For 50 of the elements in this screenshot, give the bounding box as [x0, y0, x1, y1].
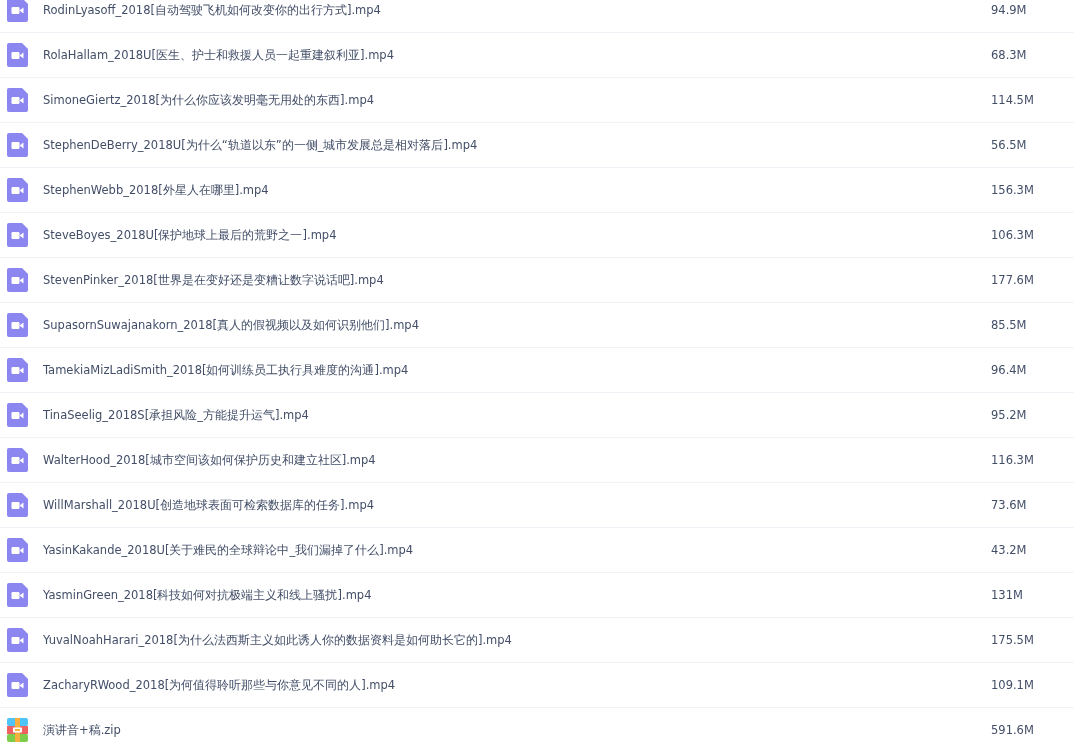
- file-size: 56.5M: [991, 138, 1028, 152]
- video-file-icon: [7, 178, 28, 202]
- file-name[interactable]: StephenDeBerry_2018U[为什么“轨道以东”的一侧_城市发展总是相对落后].mp4: [43, 137, 991, 153]
- file-size: 96.4M: [991, 363, 1028, 377]
- file-size: 68.3M: [991, 48, 1028, 62]
- file-name[interactable]: RolaHallam_2018U[医生、护士和救援人员一起重建叙利亚].mp4: [43, 47, 991, 63]
- file-size: 95.2M: [991, 408, 1028, 422]
- video-file-icon: [7, 313, 28, 337]
- file-name[interactable]: SupasornSuwajanakorn_2018[真人的假视频以及如何识别他们].mp4: [43, 317, 991, 333]
- video-file-icon: [7, 268, 28, 292]
- video-file-icon: [7, 583, 28, 607]
- file-name[interactable]: TamekiaMizLadiSmith_2018[如何训练员工执行具难度的沟通].mp4: [43, 362, 991, 378]
- file-size: 106.3M: [991, 228, 1035, 242]
- file-name[interactable]: WillMarshall_2018U[创造地球表面可检索数据库的任务].mp4: [43, 497, 991, 513]
- file-name[interactable]: WalterHood_2018[城市空间该如何保护历史和建立社区].mp4: [43, 452, 991, 468]
- file-size: 156.3M: [991, 183, 1035, 197]
- file-name[interactable]: SteveBoyes_2018U[保护地球上最后的荒野之一].mp4: [43, 227, 991, 243]
- file-size: 85.5M: [991, 318, 1028, 332]
- file-name[interactable]: ZacharyRWood_2018[为何值得聆听那些与你意见不同的人].mp4: [43, 677, 991, 693]
- file-size: 109.1M: [991, 678, 1035, 692]
- file-name[interactable]: YuvalNoahHarari_2018[为什么法西斯主义如此诱人你的数据资料是如何助长它的].mp4: [43, 632, 991, 648]
- video-file-icon: [7, 673, 28, 697]
- video-file-icon: [7, 223, 28, 247]
- video-file-icon: [7, 88, 28, 112]
- file-size: 175.5M: [991, 633, 1035, 647]
- video-file-icon: [7, 133, 28, 157]
- file-size: 94.9M: [991, 3, 1028, 17]
- file-size: 116.3M: [991, 453, 1035, 467]
- file-size: 73.6M: [991, 498, 1028, 512]
- file-name[interactable]: YasinKakande_2018U[关于难民的全球辩论中_我们漏掉了什么].mp4: [43, 542, 991, 558]
- file-size: 177.6M: [991, 273, 1035, 287]
- file-name[interactable]: TinaSeelig_2018S[承担风险_方能提升运气].mp4: [43, 407, 991, 423]
- file-size: 43.2M: [991, 543, 1028, 557]
- file-name[interactable]: YasminGreen_2018[科技如何对抗极端主义和线上骚扰].mp4: [43, 587, 991, 603]
- file-name[interactable]: RodinLyasoff_2018[自动驾驶飞机如何改变你的出行方式].mp4: [43, 2, 991, 18]
- video-file-icon: [7, 358, 28, 382]
- file-size: 114.5M: [991, 93, 1035, 107]
- video-file-icon: [7, 448, 28, 472]
- file-name[interactable]: 演讲音+稿.zip: [43, 722, 991, 738]
- file-name[interactable]: StephenWebb_2018[外星人在哪里].mp4: [43, 182, 991, 198]
- archive-file-icon: [7, 718, 28, 742]
- video-file-icon: [7, 403, 28, 427]
- file-size: 591.6M: [991, 723, 1035, 737]
- video-file-icon: [7, 493, 28, 517]
- file-name[interactable]: StevenPinker_2018[世界是在变好还是变糟让数字说话吧].mp4: [43, 272, 991, 288]
- file-size: 131M: [991, 588, 1024, 602]
- video-file-icon: [7, 43, 28, 67]
- file-name[interactable]: SimoneGiertz_2018[为什么你应该发明毫无用处的东西].mp4: [43, 92, 991, 108]
- video-file-icon: [7, 628, 28, 652]
- video-file-icon: [7, 538, 28, 562]
